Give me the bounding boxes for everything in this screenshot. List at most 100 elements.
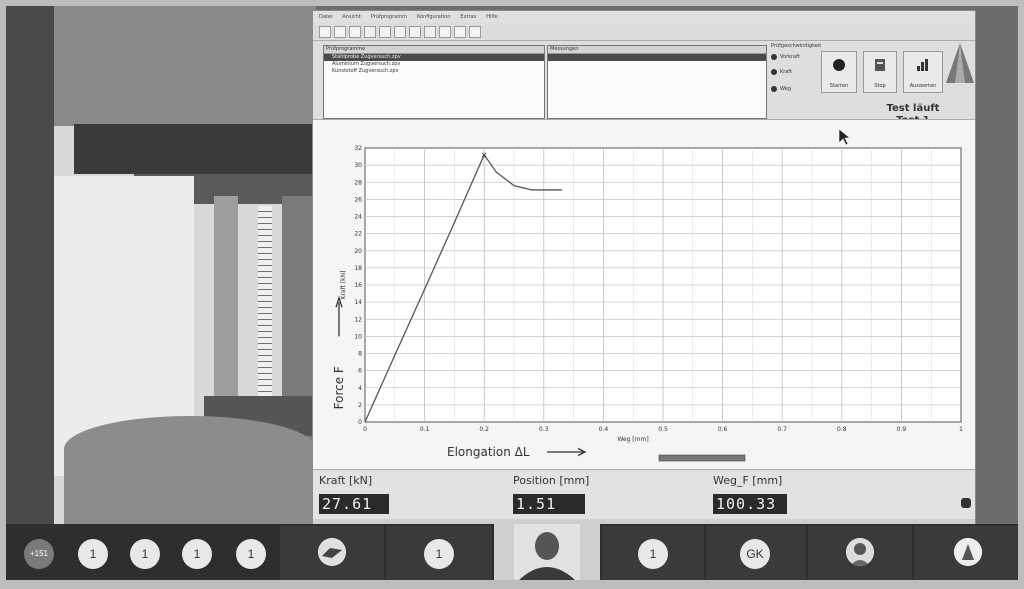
speaker-video[interactable] bbox=[494, 524, 600, 580]
y-tick-label: 22 bbox=[354, 231, 362, 238]
participant-avatar bbox=[954, 538, 982, 566]
tool-icon[interactable] bbox=[424, 25, 436, 38]
data-point bbox=[543, 189, 545, 191]
side-handle-icon[interactable] bbox=[961, 498, 971, 508]
pyramid-logo-icon bbox=[946, 43, 974, 83]
help-icon[interactable] bbox=[469, 25, 481, 38]
stop-button[interactable]: Stop bbox=[863, 51, 897, 93]
x-tick-label: 0.3 bbox=[539, 426, 549, 433]
participant-bubble[interactable]: 1 bbox=[130, 539, 160, 569]
record-icon bbox=[833, 59, 845, 71]
y-tick-label: 30 bbox=[354, 162, 362, 169]
data-point bbox=[424, 288, 426, 290]
participant-avatar bbox=[846, 538, 874, 566]
kraft-label: Kraft [kN] bbox=[319, 474, 373, 487]
testing-machine-camera-view bbox=[54, 6, 316, 526]
participant-tile[interactable] bbox=[808, 526, 912, 580]
readouts-panel: Kraft [kN] 27.61 Position [mm] 1.51 Weg_… bbox=[313, 469, 975, 527]
radio-icon bbox=[771, 54, 777, 60]
data-point bbox=[513, 185, 515, 187]
menu-item[interactable]: Konfiguration bbox=[417, 14, 450, 20]
menu-item[interactable]: Datei bbox=[319, 14, 332, 20]
y-axis-label: Kraft [kN] bbox=[340, 271, 347, 300]
data-point bbox=[561, 189, 563, 191]
data-point bbox=[453, 221, 455, 224]
participant-bubble[interactable]: 1 bbox=[78, 539, 108, 569]
y-tick-label: 8 bbox=[358, 351, 362, 358]
y-tick-label: 18 bbox=[354, 265, 362, 272]
open-icon[interactable] bbox=[334, 25, 346, 38]
save-icon[interactable] bbox=[349, 25, 361, 38]
x-tick-label: 0.5 bbox=[658, 426, 668, 433]
y-tick-label: 2 bbox=[358, 402, 362, 409]
list-item[interactable]: Aluminium Zugversuch.zpv bbox=[324, 61, 544, 68]
force-elongation-chart-panel: 0 0.1 0.2 0.3 0.4 0.5 0.6 0.7 0.8 0.9 1 0 2 4 6 8 10 12 14… bbox=[313, 119, 975, 470]
document-icon bbox=[875, 59, 885, 71]
radio-icon bbox=[771, 86, 777, 92]
x-tick-label: 1 bbox=[959, 426, 963, 433]
menu-item[interactable]: Ansicht bbox=[342, 14, 360, 20]
radio-option[interactable]: Kraft bbox=[771, 69, 792, 75]
elongation-annotation: Elongation ΔL bbox=[447, 445, 530, 459]
measurement-list-header: Messungen bbox=[548, 46, 766, 54]
list-item-selected[interactable] bbox=[548, 54, 766, 61]
participant-tile[interactable] bbox=[280, 526, 384, 580]
y-tick-label: 26 bbox=[354, 196, 362, 203]
participant-avatar bbox=[318, 538, 346, 566]
list-item[interactable]: Kunststoff Zugversuch.zpv bbox=[324, 68, 544, 75]
settings-icon[interactable] bbox=[379, 25, 391, 38]
y-tick-label: 6 bbox=[358, 368, 362, 375]
menu-item[interactable]: Hilfe bbox=[486, 14, 497, 20]
menu-bar: Datei Ansicht Prüfprogramm Konfiguration… bbox=[313, 11, 975, 23]
participant-tile[interactable]: GK bbox=[706, 526, 806, 580]
mouse-cursor-icon bbox=[838, 128, 851, 146]
tool-icon[interactable] bbox=[439, 25, 451, 38]
menu-item[interactable]: Extras bbox=[460, 14, 476, 20]
menu-item[interactable]: Prüfprogramm bbox=[371, 14, 407, 20]
x-tick-label: 0.8 bbox=[837, 426, 847, 433]
program-list-header: Prüfprogramme bbox=[324, 46, 544, 54]
evaluate-button[interactable]: Auswerten bbox=[903, 51, 943, 93]
test-status-title: Test läuft bbox=[886, 103, 940, 114]
speaker-video-frame bbox=[494, 524, 600, 580]
y-tick-label: 10 bbox=[354, 333, 362, 340]
force-annotation: Force F bbox=[332, 366, 346, 409]
radio-icon bbox=[771, 69, 777, 75]
participant-initials-avatar: GK bbox=[740, 539, 770, 569]
toolbar bbox=[313, 23, 975, 41]
new-icon[interactable] bbox=[319, 25, 331, 38]
position-label: Position [mm] bbox=[513, 474, 590, 487]
x-tick-label: 0 bbox=[363, 426, 367, 433]
x-tick-label: 0.1 bbox=[420, 426, 430, 433]
participant-tile[interactable]: 1 bbox=[386, 526, 492, 580]
weg-label: Weg_F [mm] bbox=[713, 474, 783, 487]
radio-option[interactable]: Weg bbox=[771, 86, 791, 92]
y-tick-label: 14 bbox=[354, 299, 362, 306]
participant-tile[interactable] bbox=[914, 526, 1018, 580]
position-value: 1.51 bbox=[513, 494, 585, 514]
force-elongation-chart: 0 0.1 0.2 0.3 0.4 0.5 0.6 0.7 0.8 0.9 102468101214… bbox=[332, 145, 963, 462]
participant-bar: +151 1 1 1 1 1 1 GK bbox=[6, 524, 1018, 580]
data-point bbox=[394, 354, 396, 356]
test-software-window: Datei Ansicht Prüfprogramm Konfiguration… bbox=[312, 10, 976, 527]
x-axis-label: Weg [mm] bbox=[617, 436, 648, 443]
list-item[interactable]: Stahlprobe Zugversuch.zpv bbox=[324, 54, 544, 61]
tool-icon[interactable] bbox=[409, 25, 421, 38]
participant-bubble: 1 bbox=[424, 539, 454, 569]
tool-icon[interactable] bbox=[454, 25, 466, 38]
measurement-list[interactable]: Messungen bbox=[547, 45, 767, 119]
participant-bubble[interactable]: 1 bbox=[182, 539, 212, 569]
more-participants-button[interactable]: +151 bbox=[24, 539, 54, 569]
print-icon[interactable] bbox=[364, 25, 376, 38]
x-tick-label: 0.7 bbox=[777, 426, 787, 433]
participant-tile[interactable]: 1 bbox=[602, 526, 704, 580]
chart-scrollbar bbox=[658, 454, 746, 462]
program-list[interactable]: Prüfprogramme Stahlprobe Zugversuch.zpv … bbox=[323, 45, 545, 119]
participant-bubble[interactable]: 1 bbox=[236, 539, 266, 569]
y-tick-label: 12 bbox=[354, 316, 362, 323]
start-button[interactable]: Starten bbox=[821, 51, 857, 93]
zoom-icon[interactable] bbox=[394, 25, 406, 38]
radio-option[interactable]: Vorkraft bbox=[771, 54, 800, 60]
y-tick-label: 28 bbox=[354, 179, 362, 186]
x-tick-label: 0.6 bbox=[718, 426, 728, 433]
